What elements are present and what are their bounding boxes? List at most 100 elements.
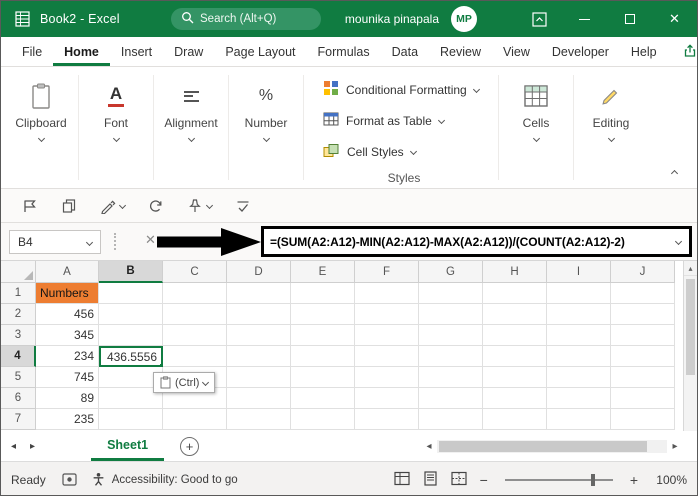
cell-F5[interactable]	[355, 367, 419, 388]
flag-button[interactable]	[17, 198, 43, 214]
cell-I5[interactable]	[547, 367, 611, 388]
cell-D6[interactable]	[227, 388, 291, 409]
cell-G7[interactable]	[419, 409, 483, 430]
alignment-group-button[interactable]: Alignment	[155, 67, 227, 188]
editing-group-button[interactable]: Editing	[575, 67, 647, 188]
paste-options-button[interactable]: (Ctrl)	[153, 372, 216, 393]
horizontal-scrollbar-thumb[interactable]	[439, 440, 647, 452]
horizontal-scrollbar-track[interactable]	[437, 439, 667, 453]
add-sheet-button[interactable]: +	[180, 436, 200, 456]
cell-H5[interactable]	[483, 367, 547, 388]
select-all-corner[interactable]	[1, 261, 36, 283]
close-button[interactable]: ✕	[652, 1, 697, 37]
ribbon-display-options-icon[interactable]	[517, 1, 562, 37]
cell-E7[interactable]	[291, 409, 355, 430]
cell-E6[interactable]	[291, 388, 355, 409]
search-input[interactable]	[200, 13, 312, 25]
cell-G2[interactable]	[419, 304, 483, 325]
share-button[interactable]: Share	[668, 37, 697, 66]
spellcheck-button[interactable]	[230, 198, 256, 214]
cell-A3[interactable]: 345	[36, 325, 99, 346]
column-header-B[interactable]: B	[99, 261, 163, 283]
cell-C2[interactable]	[163, 304, 227, 325]
zoom-slider[interactable]	[504, 473, 613, 486]
cell-G3[interactable]	[419, 325, 483, 346]
column-header-E[interactable]: E	[291, 261, 355, 283]
cell-A2[interactable]: 456	[36, 304, 99, 325]
cell-B4[interactable]: 436.5556	[99, 346, 163, 367]
accessibility-status[interactable]: Accessibility: Good to go	[91, 472, 238, 487]
zoom-in-button[interactable]: +	[630, 472, 638, 488]
sheet-nav-left-icon[interactable]: ◂	[11, 441, 16, 452]
cell-G1[interactable]	[419, 283, 483, 304]
cell-C7[interactable]	[163, 409, 227, 430]
undo-button[interactable]	[143, 198, 169, 214]
cell-B2[interactable]	[99, 304, 163, 325]
normal-view-button[interactable]	[394, 471, 410, 489]
cell-J3[interactable]	[611, 325, 675, 346]
cell-F1[interactable]	[355, 283, 419, 304]
tab-developer[interactable]: Developer	[541, 37, 620, 66]
avatar[interactable]: MP	[451, 6, 477, 32]
column-header-D[interactable]: D	[227, 261, 291, 283]
cell-F4[interactable]	[355, 346, 419, 367]
tab-draw[interactable]: Draw	[163, 37, 214, 66]
row-header-6[interactable]: 6	[1, 388, 36, 409]
cell-A1[interactable]: Numbers	[36, 283, 99, 304]
zoom-out-button[interactable]: −	[480, 472, 488, 488]
cell-A4[interactable]: 234	[36, 346, 99, 367]
cell-D2[interactable]	[227, 304, 291, 325]
fill-handle[interactable]	[159, 363, 161, 365]
cell-D3[interactable]	[227, 325, 291, 346]
column-header-I[interactable]: I	[547, 261, 611, 283]
cell-H1[interactable]	[483, 283, 547, 304]
name-box[interactable]: B4	[9, 230, 101, 254]
pen-button[interactable]	[95, 198, 130, 214]
maximize-button[interactable]	[607, 1, 652, 37]
row-header-4[interactable]: 4	[1, 346, 36, 367]
row-header-3[interactable]: 3	[1, 325, 36, 346]
tab-data[interactable]: Data	[381, 37, 429, 66]
search-box[interactable]	[171, 8, 321, 30]
cell-A7[interactable]: 235	[36, 409, 99, 430]
cell-I7[interactable]	[547, 409, 611, 430]
horizontal-scrollbar[interactable]: ◂ ▸	[421, 431, 697, 461]
cell-E2[interactable]	[291, 304, 355, 325]
cell-G4[interactable]	[419, 346, 483, 367]
zoom-slider-thumb[interactable]	[590, 473, 595, 486]
cell-G5[interactable]	[419, 367, 483, 388]
cell-styles-button[interactable]: Cell Styles	[323, 136, 485, 167]
cell-H3[interactable]	[483, 325, 547, 346]
cell-J5[interactable]	[611, 367, 675, 388]
cell-C1[interactable]	[163, 283, 227, 304]
vertical-scrollbar[interactable]: ▴	[683, 261, 697, 431]
column-header-C[interactable]: C	[163, 261, 227, 283]
cell-F6[interactable]	[355, 388, 419, 409]
cell-E1[interactable]	[291, 283, 355, 304]
formula-input[interactable]: =(SUM(A2:A12)-MIN(A2:A12)-MAX(A2:A12))/(…	[261, 226, 692, 257]
tab-file[interactable]: File	[11, 37, 53, 66]
format-as-table-button[interactable]: Format as Table	[323, 105, 485, 136]
scroll-up-icon[interactable]: ▴	[684, 261, 697, 276]
copy-button[interactable]	[56, 198, 82, 214]
cell-H7[interactable]	[483, 409, 547, 430]
cell-H2[interactable]	[483, 304, 547, 325]
cells-group-button[interactable]: Cells	[500, 67, 572, 188]
cell-I4[interactable]	[547, 346, 611, 367]
tab-view[interactable]: View	[492, 37, 541, 66]
font-group-button[interactable]: A Font	[80, 67, 152, 188]
column-header-J[interactable]: J	[611, 261, 675, 283]
cell-I6[interactable]	[547, 388, 611, 409]
cell-H4[interactable]	[483, 346, 547, 367]
tab-insert[interactable]: Insert	[110, 37, 163, 66]
cell-C3[interactable]	[163, 325, 227, 346]
cell-E5[interactable]	[291, 367, 355, 388]
cell-A5[interactable]: 745	[36, 367, 99, 388]
tab-formulas[interactable]: Formulas	[307, 37, 381, 66]
cell-B1[interactable]	[99, 283, 163, 304]
number-group-button[interactable]: % Number	[230, 67, 302, 188]
cell-F7[interactable]	[355, 409, 419, 430]
tab-page-layout[interactable]: Page Layout	[214, 37, 306, 66]
vertical-scrollbar-thumb[interactable]	[686, 279, 695, 375]
row-header-2[interactable]: 2	[1, 304, 36, 325]
